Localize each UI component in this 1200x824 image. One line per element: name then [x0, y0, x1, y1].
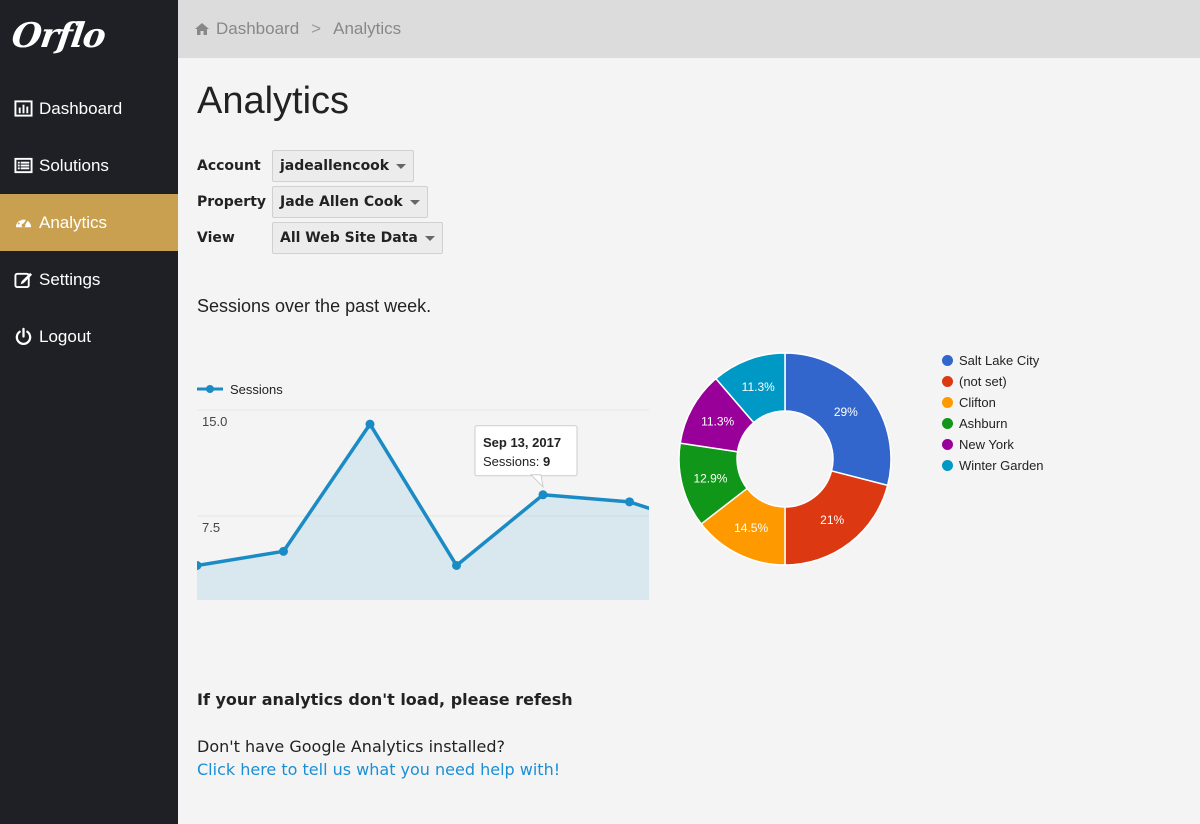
- legend-marker: [206, 385, 214, 393]
- sidebar-item-analytics[interactable]: Analytics: [0, 194, 178, 251]
- y-tick-label: 15.0: [202, 414, 227, 429]
- legend-item-salt-lake-city: Salt Lake City: [942, 350, 1044, 371]
- sidebar-item-label: Logout: [39, 326, 91, 346]
- data-point-sep-14: [625, 497, 634, 507]
- slice-label-ashburn: 12.9%: [693, 471, 727, 485]
- sidebar-item-label: Settings: [39, 269, 101, 289]
- legend-dot: [942, 355, 953, 366]
- sidebar-nav: Dashboard Solutions Analytics Settings L…: [0, 80, 178, 365]
- main-content: Analytics Account jadeallencook Property…: [178, 58, 1200, 824]
- data-point-sep-10: [279, 546, 288, 556]
- list-icon: [13, 156, 33, 176]
- tooltip-label: Sessions: 9: [483, 454, 550, 469]
- legend-label: Salt Lake City: [959, 353, 1040, 368]
- sessions-line-chart[interactable]: Sessions15.07.5Sep 11Sep 13Sep 13, 2017S…: [197, 320, 652, 600]
- legend-dot: [942, 418, 953, 429]
- legend-label: New York: [959, 437, 1014, 452]
- footer-block: If your analytics don't load, please ref…: [197, 690, 573, 779]
- legend-item-not-set: (not set): [942, 371, 1044, 392]
- sidebar-item-dashboard[interactable]: Dashboard: [0, 80, 178, 137]
- sidebar-item-logout[interactable]: Logout: [0, 308, 178, 365]
- home-icon: [194, 21, 210, 37]
- power-icon: [13, 327, 33, 347]
- legend-dot: [942, 460, 953, 471]
- legend-item-ashburn: Ashburn: [942, 413, 1044, 434]
- caret-down-icon: [424, 235, 435, 241]
- legend-dot: [942, 376, 953, 387]
- slice-salt-lake-city: [784, 352, 892, 487]
- caret-down-icon: [396, 163, 407, 169]
- plot-area: [197, 419, 649, 600]
- app-logo[interactable]: Orflo: [9, 16, 107, 56]
- account-select[interactable]: jadeallencook: [272, 150, 415, 182]
- sidebar-item-settings[interactable]: Settings: [0, 251, 178, 308]
- slice-label-not-set: 21%: [820, 513, 844, 527]
- city-donut-chart[interactable]: 29% 21% 14.5% 12.9% 11.3% 11.3%: [674, 348, 896, 570]
- data-point-sep-11: [365, 419, 375, 429]
- donut-legend: Salt Lake City (not set) Clifton Ashburn New…: [942, 350, 1044, 476]
- legend-label: Clifton: [959, 395, 996, 410]
- slice-label-new-york: 11.3%: [701, 415, 734, 429]
- legend-label: Sessions: [230, 382, 283, 397]
- tooltip-value: 9: [543, 454, 550, 469]
- help-link[interactable]: Click here to tell us what you need help…: [197, 760, 560, 779]
- breadcrumb-home-link[interactable]: Dashboard: [216, 19, 299, 39]
- ga-question: Don't have Google Analytics installed?: [197, 737, 505, 756]
- view-label: View: [197, 230, 235, 246]
- legend-item-new-york: New York: [942, 434, 1044, 455]
- legend-label: Winter Garden: [959, 458, 1044, 473]
- slice-label-clifton: 14.5%: [734, 521, 768, 535]
- slice-label-salt-lake-city: 29%: [834, 405, 858, 419]
- property-label: Property: [197, 194, 267, 210]
- page-title: Analytics: [197, 80, 350, 122]
- tooltip-title: Sep 13, 2017: [483, 435, 561, 450]
- filter-property-row: Property Jade Allen Cook: [197, 184, 443, 220]
- property-select-value: Jade Allen Cook: [280, 194, 403, 210]
- legend-label: Ashburn: [959, 416, 1008, 431]
- legend-dot: [942, 397, 953, 408]
- data-point-sep-12: [452, 560, 461, 570]
- bar-chart-icon: [13, 99, 33, 119]
- legend-dot: [942, 439, 953, 450]
- chart-title: Sessions over the past week.: [197, 296, 432, 316]
- sidebar-item-solutions[interactable]: Solutions: [0, 137, 178, 194]
- analytics-filters: Account jadeallencook Property Jade Alle…: [197, 148, 443, 256]
- view-select[interactable]: All Web Site Data: [272, 222, 443, 254]
- sidebar-item-label: Analytics: [39, 212, 108, 232]
- account-label: Account: [197, 158, 261, 174]
- breadcrumb-separator: >: [311, 19, 322, 38]
- filter-account-row: Account jadeallencook: [197, 148, 443, 184]
- legend-label: (not set): [959, 374, 1007, 389]
- slice-label-winter-garden: 11.3%: [742, 380, 775, 394]
- dashboard-gauge-icon: [13, 213, 33, 233]
- filter-view-row: View All Web Site Data: [197, 220, 443, 256]
- caret-down-icon: [409, 199, 420, 205]
- tooltip-pointer: [529, 474, 544, 489]
- chart-tooltip: Sep 13, 2017 Sessions: 9: [474, 425, 578, 489]
- sidebar-item-label: Solutions: [39, 155, 109, 175]
- breadcrumb: Dashboard > Analytics: [178, 0, 1200, 58]
- breadcrumb-current: Analytics: [333, 19, 402, 38]
- property-select[interactable]: Jade Allen Cook: [272, 186, 428, 218]
- sidebar: Orflo Dashboard Solutions Analytics Sett…: [0, 0, 178, 824]
- view-select-value: All Web Site Data: [280, 230, 418, 246]
- data-point-sep-13: [538, 490, 548, 500]
- legend-item-clifton: Clifton: [942, 392, 1044, 413]
- y-tick-label: 7.5: [202, 520, 220, 535]
- sidebar-item-label: Dashboard: [39, 98, 123, 118]
- edit-icon: [13, 270, 33, 290]
- account-select-value: jadeallencook: [280, 158, 390, 174]
- reload-notice: If your analytics don't load, please ref…: [197, 690, 573, 709]
- legend-item-winter-garden: Winter Garden: [942, 455, 1044, 476]
